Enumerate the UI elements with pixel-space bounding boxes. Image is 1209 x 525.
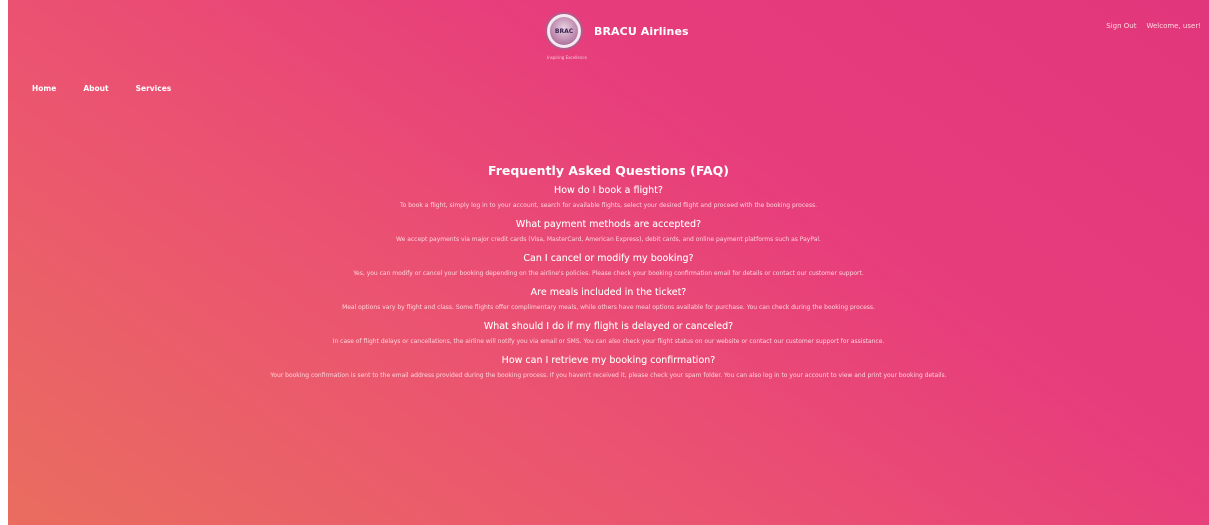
faq-question: Can I cancel or modify my booking? [523,253,694,264]
nav-about[interactable]: About [83,84,108,93]
faq-question: What payment methods are accepted? [515,219,702,230]
faq-answer: In case of flight delays or cancellation… [332,338,885,345]
faq-question: What should I do if my flight is delayed… [483,321,734,332]
faq-answer: We accept payments via major credit card… [396,236,821,243]
welcome-text: Welcome, user! [1146,22,1201,30]
nav-services[interactable]: Services [136,84,172,93]
faq-question: Are meals included in the ticket? [530,287,687,298]
logo-text: BRAC [554,27,574,35]
faq-question: How do I book a flight? [554,185,663,196]
faq-question: How can I retrieve my booking confirmati… [501,355,716,366]
brand-link[interactable]: BRAC Inspiring Excellence BRACU Airlines [545,12,689,60]
brac-logo: BRAC Inspiring Excellence [545,12,587,60]
faq-item: Are meals included in the ticket? Meal o… [8,284,1209,314]
faq-item: Can I cancel or modify my booking? Yes, … [8,250,1209,280]
faq-item: What payment methods are accepted? We ac… [8,216,1209,246]
site-header: BRAC Inspiring Excellence BRACU Airlines… [8,0,1209,70]
logo-caption: Inspiring Excellence [547,55,587,60]
faq-title: Frequently Asked Questions (FAQ) [487,163,730,178]
main-nav: Home About Services [32,84,171,93]
faq-answer: To book a flight, simply log in to your … [399,202,817,209]
sign-out-link[interactable]: Sign Out [1106,22,1136,30]
faq-item: How can I retrieve my booking confirmati… [8,352,1209,382]
nav-home[interactable]: Home [32,84,56,93]
faq-item: What should I do if my flight is delayed… [8,318,1209,348]
faq-answer: Yes, you can modify or cancel your booki… [353,270,864,277]
account-links: Sign Out Welcome, user! [1106,22,1201,30]
logo-emblem: BRAC [550,17,578,45]
faq-item: How do I book a flight? To book a flight… [8,182,1209,212]
faq-answer: Meal options vary by flight and class. S… [342,304,875,311]
faq-answer: Your booking confirmation is sent to the… [270,372,947,379]
faq-section: Frequently Asked Questions (FAQ) How do … [8,160,1209,386]
brand-name: BRACU Airlines [594,24,689,38]
